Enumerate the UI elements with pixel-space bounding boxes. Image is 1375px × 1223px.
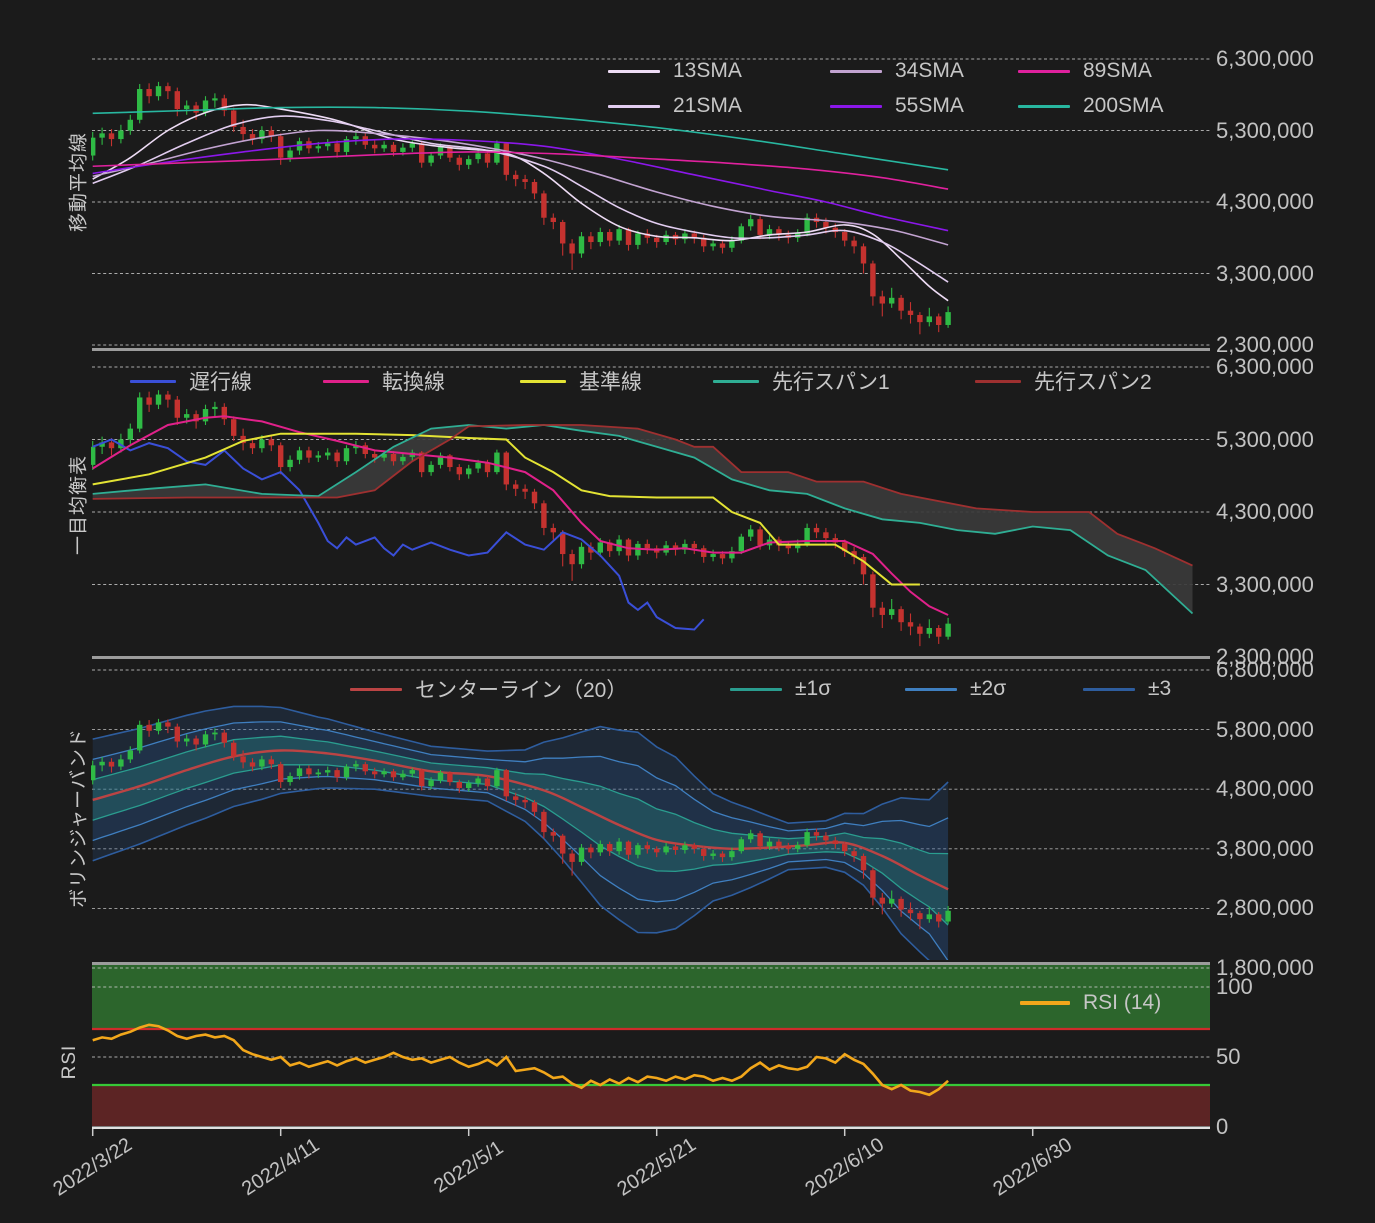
legend-swatch	[608, 105, 660, 108]
legend-item: 34SMA	[830, 58, 964, 84]
y-tick-label: 100	[1216, 974, 1253, 1000]
legend-item: 55SMA	[830, 93, 964, 119]
legend-label: ±2σ	[970, 677, 1006, 701]
y-tick-label: 3,300,000	[1216, 261, 1314, 287]
ichimoku-cloud	[93, 425, 1193, 614]
legend-label: 21SMA	[673, 94, 742, 118]
legend-swatch	[975, 380, 1021, 383]
legend-label: 13SMA	[673, 59, 742, 83]
legend-swatch	[713, 380, 759, 383]
rsi-axis-title: RSI	[59, 1045, 81, 1080]
legend-swatch	[905, 688, 957, 691]
legend-swatch	[323, 380, 369, 383]
y-tick-label: 6,300,000	[1216, 354, 1314, 380]
legend-swatch	[1018, 105, 1070, 108]
legend-label: RSI (14)	[1083, 991, 1161, 1015]
legend-label: 89SMA	[1083, 59, 1152, 83]
legend-swatch	[1083, 688, 1135, 691]
y-tick-label: 4,300,000	[1216, 499, 1314, 525]
y-tick-label: 5,800,000	[1216, 717, 1314, 743]
panel1-axis-title: 移動平均線	[64, 132, 91, 232]
legend-label: ±1σ	[795, 677, 831, 701]
legend-item: 89SMA	[1018, 58, 1152, 84]
legend-label: 基準線	[579, 366, 642, 396]
y-tick-label: 0	[1216, 1114, 1228, 1140]
legend-item: 200SMA	[1018, 93, 1164, 119]
legend-label: ±3	[1148, 677, 1171, 701]
legend-item: 21SMA	[608, 93, 742, 119]
legend-item: ±3	[1083, 676, 1171, 702]
legend-label: 先行スパン2	[1034, 366, 1152, 396]
rsi-zones	[92, 964, 1210, 1128]
legend-swatch	[520, 380, 566, 383]
y-tick-label: 50	[1216, 1044, 1240, 1070]
legend-swatch	[350, 688, 402, 691]
p1-sma-lines	[93, 105, 948, 301]
legend-item: ±2σ	[905, 676, 1006, 702]
y-tick-label: 3,800,000	[1216, 836, 1314, 862]
legend-label: 200SMA	[1083, 94, 1164, 118]
legend-item: 先行スパン1	[713, 368, 890, 394]
y-tick-label: 5,300,000	[1216, 118, 1314, 144]
legend-swatch	[830, 70, 882, 73]
legend-item: センターライン（20）	[350, 676, 627, 702]
legend-label: センターライン（20）	[415, 674, 627, 704]
legend-swatch	[830, 105, 882, 108]
legend-label: 先行スパン1	[772, 366, 890, 396]
y-tick-label: 6,300,000	[1216, 46, 1314, 72]
y-tick-label: 2,800,000	[1216, 895, 1314, 921]
legend-swatch	[1018, 70, 1070, 73]
legend-swatch	[130, 380, 176, 383]
legend-item: 遅行線	[130, 368, 252, 394]
legend-swatch	[608, 70, 660, 73]
y-tick-label: 5,300,000	[1216, 427, 1314, 453]
y-tick-label: 6,800,000	[1216, 657, 1314, 683]
legend-label: 遅行線	[189, 366, 252, 396]
y-tick-label: 4,800,000	[1216, 776, 1314, 802]
p2-candles	[90, 390, 951, 646]
panel2-axis-title: 一目均衡表	[64, 455, 91, 555]
legend-item: 転換線	[323, 368, 445, 394]
multi-panel-stock-chart: 移動平均線 一目均衡表 ボリンジャーバンド RSI 6,300,000 5,300…	[0, 0, 1375, 1223]
chart-canvas	[0, 0, 1375, 1223]
legend-item: RSI (14)	[1020, 990, 1161, 1016]
legend-label: 転換線	[382, 366, 445, 396]
legend-label: 55SMA	[895, 94, 964, 118]
panel3-axis-title: ボリンジャーバンド	[64, 728, 91, 908]
legend-item: 13SMA	[608, 58, 742, 84]
legend-item: ±1σ	[730, 676, 831, 702]
y-tick-label: 4,300,000	[1216, 189, 1314, 215]
legend-swatch	[730, 688, 782, 691]
bollinger-bands	[93, 706, 948, 996]
legend-item: 基準線	[520, 368, 642, 394]
y-tick-label: 3,300,000	[1216, 572, 1314, 598]
p1-candles	[90, 82, 951, 334]
legend-label: 34SMA	[895, 59, 964, 83]
legend-item: 先行スパン2	[975, 368, 1152, 394]
legend-swatch	[1020, 1001, 1070, 1005]
